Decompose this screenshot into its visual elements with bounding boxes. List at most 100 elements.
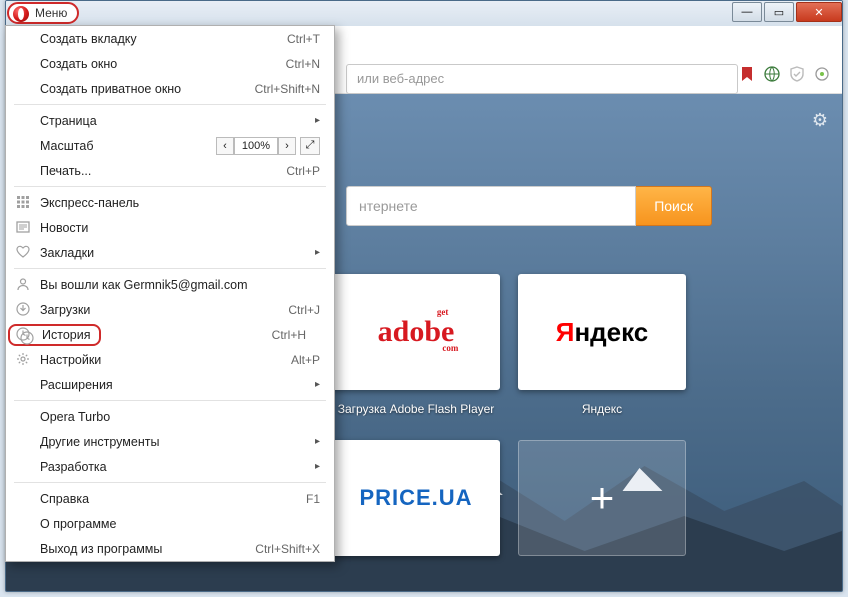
menu-item[interactable]: СправкаF1: [6, 486, 334, 511]
zoom-value: 100%: [234, 137, 278, 155]
menu-item-shortcut: Ctrl+Shift+N: [250, 82, 320, 96]
toolbar-icons: [739, 66, 830, 82]
menu-item[interactable]: Расширения▸: [6, 372, 334, 397]
menu-item-shortcut: Ctrl+N: [250, 57, 320, 71]
download-icon: [15, 301, 31, 317]
tile-add[interactable]: +: [518, 440, 686, 556]
tile-adobe[interactable]: adobe Загрузка Adobe Flash Player: [332, 274, 500, 390]
menu-item-label: Создать приватное окно: [40, 82, 250, 96]
menu-item-label: Opera Turbo: [40, 410, 320, 424]
menu-item-label: Создать вкладку: [40, 32, 250, 46]
sync-icon[interactable]: [814, 66, 830, 82]
menu-item-label: Экспресс-панель: [40, 196, 320, 210]
search-button[interactable]: Поиск: [636, 186, 712, 226]
opera-menu-button[interactable]: Меню: [7, 2, 79, 24]
menu-item-label: Расширения: [40, 378, 308, 392]
tile-yandex-caption: Яндекс: [518, 402, 686, 416]
submenu-arrow-icon: ▸: [308, 115, 320, 126]
maximize-button[interactable]: ▭: [764, 2, 794, 22]
menu-item-label: Загрузки: [40, 303, 250, 317]
menu-item-label: Справка: [40, 492, 250, 506]
menu-separator: [14, 482, 326, 483]
menu-item-label: Другие инструменты: [40, 435, 308, 449]
menu-item-shortcut: F1: [250, 492, 320, 506]
titlebar: — ▭ ✕: [6, 1, 842, 26]
menu-separator: [14, 104, 326, 105]
zoom-out-button[interactable]: ‹: [216, 137, 234, 155]
menu-item-label: Новости: [40, 221, 320, 235]
globe-icon[interactable]: [764, 66, 780, 82]
bookmark-icon[interactable]: [739, 66, 755, 82]
menu-item-label: Создать окно: [40, 57, 250, 71]
settings-icon: [15, 351, 31, 367]
settings-gear-icon[interactable]: ⚙: [812, 110, 828, 131]
menu-item[interactable]: Вы вошли как Germnik5@gmail.com: [6, 272, 334, 297]
menu-item-label: Выход из программы: [40, 542, 250, 556]
menu-item-history-highlight[interactable]: История: [8, 324, 101, 346]
zoom-fullscreen-button[interactable]: ⤢: [300, 137, 320, 155]
menu-item[interactable]: История Ctrl+H: [6, 322, 334, 347]
search-row: нтернете Поиск: [346, 186, 712, 226]
submenu-arrow-icon: ▸: [308, 247, 320, 258]
history-icon: [19, 330, 35, 346]
menu-item-shortcut: Ctrl+J: [250, 303, 320, 317]
menu-item[interactable]: О программе: [6, 511, 334, 536]
menu-item[interactable]: Создать вкладкуCtrl+T: [6, 26, 334, 51]
menu-item-shortcut: Ctrl+T: [250, 32, 320, 46]
tile-priceua-text: PRICE.UA: [359, 485, 472, 511]
menu-item[interactable]: НастройкиAlt+P: [6, 347, 334, 372]
address-bar[interactable]: или веб-адрес: [346, 64, 738, 94]
menu-item[interactable]: Другие инструменты▸: [6, 429, 334, 454]
menu-item-label: Настройки: [40, 353, 250, 367]
tile-yandex-text: Яндекс: [556, 317, 649, 348]
plus-icon: +: [518, 440, 686, 556]
menu-item[interactable]: Создать приватное окноCtrl+Shift+N: [6, 76, 334, 101]
close-icon: ✕: [814, 6, 823, 19]
menu-separator: [14, 400, 326, 401]
menu-item-label: История: [42, 328, 90, 342]
menu-item-shortcut: Alt+P: [250, 353, 320, 367]
menu-item[interactable]: Печать...Ctrl+P: [6, 158, 334, 183]
zoom-in-button[interactable]: ›: [278, 137, 296, 155]
grid-icon: [15, 194, 31, 210]
heart-icon: [15, 244, 31, 260]
menu-item-shortcut: Ctrl+H: [250, 328, 320, 342]
opera-menu-label: Меню: [35, 6, 67, 20]
minimize-button[interactable]: —: [732, 2, 762, 22]
menu-item-label: Страница: [40, 114, 308, 128]
menu-item-label: Масштаб: [40, 139, 216, 153]
search-input[interactable]: нтернете: [346, 186, 636, 226]
menu-item[interactable]: Создать окноCtrl+N: [6, 51, 334, 76]
close-button[interactable]: ✕: [796, 2, 842, 22]
menu-item[interactable]: Opera Turbo: [6, 404, 334, 429]
main-menu: Создать вкладкуCtrl+TСоздать окноCtrl+NС…: [5, 25, 335, 562]
submenu-arrow-icon: ▸: [308, 436, 320, 447]
menu-item[interactable]: Новости: [6, 215, 334, 240]
menu-item-shortcut: Ctrl+Shift+X: [250, 542, 320, 556]
shield-icon[interactable]: [789, 66, 805, 82]
submenu-arrow-icon: ▸: [308, 461, 320, 472]
maximize-icon: ▭: [774, 6, 784, 19]
menu-item-label: О программе: [40, 517, 320, 531]
menu-item[interactable]: Страница▸: [6, 108, 334, 133]
menu-item-label: Печать...: [40, 164, 250, 178]
menu-item-label: Вы вошли как Germnik5@gmail.com: [40, 278, 320, 292]
menu-item[interactable]: Разработка▸: [6, 454, 334, 479]
tile-adobe-text: adobe: [378, 315, 455, 349]
menu-item[interactable]: Закладки▸: [6, 240, 334, 265]
menu-item[interactable]: ЗагрузкиCtrl+J: [6, 297, 334, 322]
tile-yandex[interactable]: Яндекс Яндекс: [518, 274, 686, 390]
account-icon: [15, 276, 31, 292]
menu-item[interactable]: Выход из программыCtrl+Shift+X: [6, 536, 334, 561]
zoom-control: ‹100%›⤢: [216, 137, 320, 155]
menu-item-label: Закладки: [40, 246, 308, 260]
submenu-arrow-icon: ▸: [308, 379, 320, 390]
menu-item[interactable]: Масштаб‹100%›⤢: [6, 133, 334, 158]
minimize-icon: —: [742, 6, 753, 18]
tile-priceua[interactable]: PRICE.UA: [332, 440, 500, 556]
menu-item-shortcut: Ctrl+P: [250, 164, 320, 178]
news-icon: [15, 219, 31, 235]
menu-item[interactable]: Экспресс-панель: [6, 190, 334, 215]
menu-separator: [14, 186, 326, 187]
window-buttons: — ▭ ✕: [732, 2, 842, 22]
